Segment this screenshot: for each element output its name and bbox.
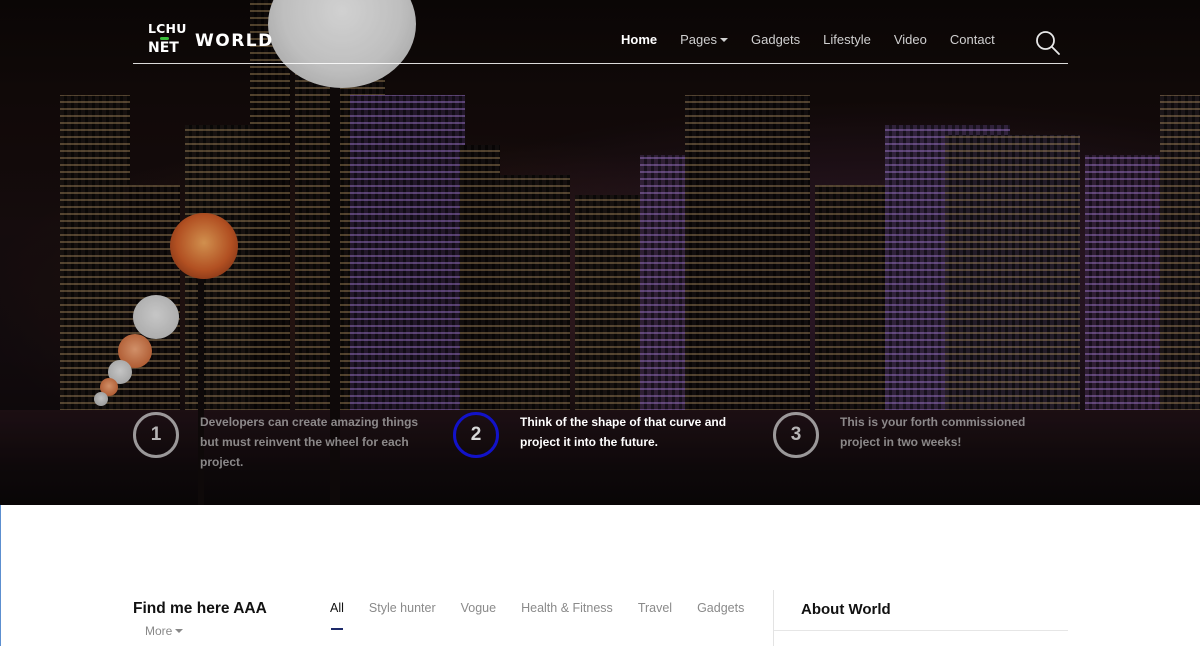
hero-banner: LCHU NET WORLD Home Pages Gadgets Lifest… bbox=[0, 0, 1200, 505]
tab-travel[interactable]: Travel bbox=[638, 601, 672, 615]
tab-health-fitness[interactable]: Health & Fitness bbox=[521, 601, 613, 615]
chevron-down-icon bbox=[720, 38, 728, 42]
logo-line2: NET bbox=[148, 40, 179, 56]
search-icon bbox=[1036, 31, 1060, 55]
nav-item-pages[interactable]: Pages bbox=[680, 32, 728, 47]
step-text: Think of the shape of that curve and pro… bbox=[520, 415, 727, 449]
page-edge bbox=[0, 505, 1, 646]
site-logo[interactable]: LCHU NET bbox=[147, 22, 186, 58]
site-name[interactable]: WORLD bbox=[195, 31, 274, 51]
step-text: Developers can create amazing things but… bbox=[200, 415, 419, 469]
search-button[interactable] bbox=[1035, 30, 1061, 56]
tab-gadgets[interactable]: Gadgets bbox=[697, 601, 744, 615]
sidebar-title: About World bbox=[801, 601, 891, 618]
nav-item-gadgets[interactable]: Gadgets bbox=[751, 32, 800, 47]
column-divider bbox=[773, 590, 774, 646]
sidebar-title-rule bbox=[774, 630, 1068, 631]
nav-item-home[interactable]: Home bbox=[621, 32, 657, 47]
top-navbar: LCHU NET WORLD Home Pages Gadgets Lifest… bbox=[133, 0, 1068, 64]
more-dropdown[interactable]: More bbox=[145, 624, 184, 638]
active-tab-indicator bbox=[331, 628, 343, 630]
section-title: Find me here AAA bbox=[133, 600, 267, 617]
step-text: This is your forth commissioned project … bbox=[840, 415, 1026, 449]
more-label: More bbox=[145, 624, 173, 638]
category-tabs: All Style hunter Vogue Health & Fitness … bbox=[330, 601, 769, 615]
logo-line1: LCHU bbox=[148, 21, 187, 36]
step-number-badge: 2 bbox=[453, 412, 499, 458]
step-number-badge: 3 bbox=[773, 412, 819, 458]
step-number-badge: 1 bbox=[133, 412, 179, 458]
tab-style-hunter[interactable]: Style hunter bbox=[369, 601, 436, 615]
main-menu: Home Pages Gadgets Lifestyle Video Conta… bbox=[621, 32, 1018, 47]
nav-item-pages-label: Pages bbox=[680, 32, 717, 47]
nav-item-contact[interactable]: Contact bbox=[950, 32, 995, 47]
tab-all[interactable]: All bbox=[330, 601, 344, 615]
tab-vogue[interactable]: Vogue bbox=[461, 601, 496, 615]
chevron-down-icon bbox=[175, 629, 184, 633]
nav-item-lifestyle[interactable]: Lifestyle bbox=[823, 32, 871, 47]
nav-item-video[interactable]: Video bbox=[894, 32, 927, 47]
